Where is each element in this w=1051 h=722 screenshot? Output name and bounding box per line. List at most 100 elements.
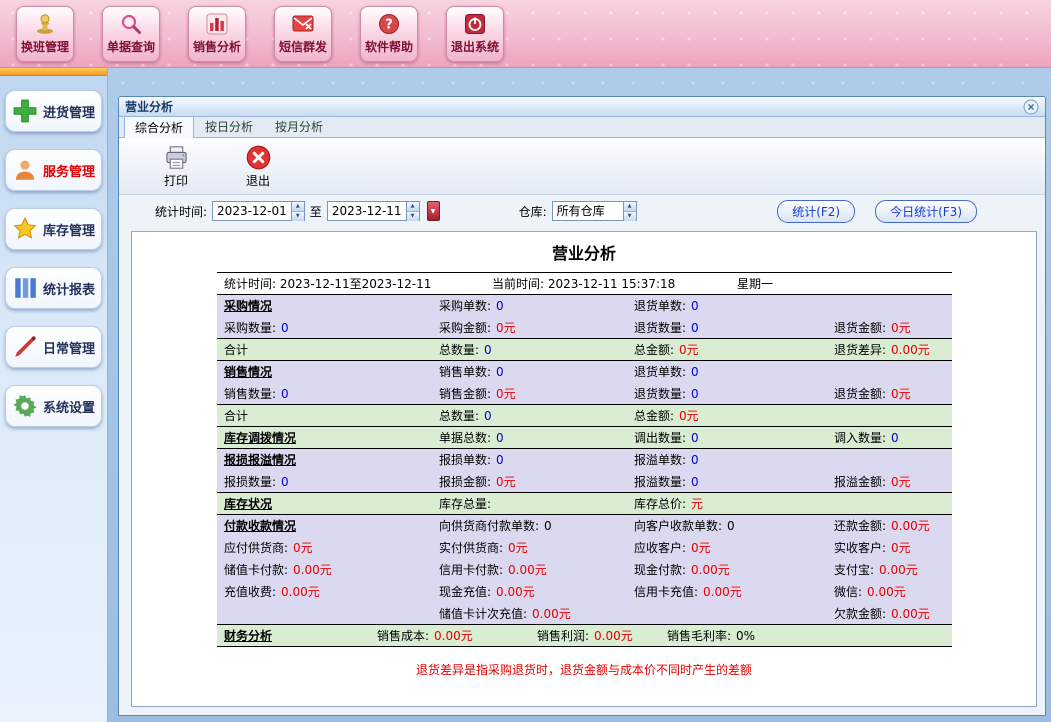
report-cell: 欠款金额:0.00元 [827, 605, 952, 622]
sidebar-item-inventory[interactable]: 库存管理 [5, 208, 102, 250]
spinner-down-icon[interactable]: ▼ [624, 212, 636, 221]
window-titlebar: 营业分析 [119, 97, 1045, 117]
tab-2[interactable]: 按月分析 [264, 115, 334, 137]
stamp-icon [33, 12, 57, 36]
report-cell: 库存总价:元 [627, 495, 827, 512]
warehouse-label: 仓库: [519, 203, 547, 220]
date-from-input[interactable]: 2023-12-01 ▲▼ [212, 201, 305, 221]
sidebar-accent-bar [0, 68, 107, 76]
report-row: 采购情况采购单数:0退货单数:0 [217, 294, 952, 316]
person-icon [12, 157, 38, 183]
report-cell: 总数量:0 [432, 341, 627, 358]
report-cell: 销售数量:0 [217, 385, 432, 402]
to-label: 至 [310, 203, 322, 220]
toolbar-button-label: 单据查询 [107, 38, 155, 55]
close-button[interactable] [1023, 99, 1039, 115]
plus-icon [12, 98, 38, 124]
report-row: 充值收费:0.00元现金充值:0.00元信用卡充值:0.00元微信:0.00元 [217, 580, 952, 602]
report-cell: 应付供货商:0元 [217, 539, 432, 556]
time-filter-label: 统计时间: [155, 203, 207, 220]
spinner-down-icon[interactable]: ▼ [407, 212, 419, 221]
brush-icon [12, 334, 38, 360]
print-button[interactable]: 打印 [147, 144, 205, 189]
tab-0[interactable]: 综合分析 [124, 116, 194, 138]
exit-system-button[interactable]: 退出系统 [446, 6, 504, 62]
report-cell: 合计 [217, 341, 432, 358]
report-cell: 调入数量:0 [827, 429, 952, 446]
report-cell: 销售利润:0.00元 [530, 627, 660, 644]
report-cell: 采购单数:0 [432, 297, 627, 314]
stat-buttons: 统计(F2) 今日统计(F3) [777, 200, 977, 223]
stat-f2-button[interactable]: 统计(F2) [777, 200, 855, 223]
report-cell: 当前时间: 2023-12-11 15:37:18 [485, 275, 730, 292]
toolbar-button-label: 换班管理 [21, 38, 69, 55]
date-to-spinner[interactable]: ▲▼ [406, 202, 419, 220]
tab-1[interactable]: 按日分析 [194, 115, 264, 137]
spinner-down-icon[interactable]: ▼ [292, 212, 304, 221]
sidebar-item-daily[interactable]: 日常管理 [5, 326, 102, 368]
report-cell: 退货单数:0 [627, 297, 827, 314]
gear-icon [12, 393, 38, 419]
report-row: 库存状况库存总量:库存总价:元 [217, 492, 952, 514]
report-cell: 销售毛利率:0% [660, 627, 952, 644]
report-cell: 财务分析 [217, 627, 370, 644]
report-cell: 星期一 [730, 275, 952, 292]
report-cell: 采购金额:0元 [432, 319, 627, 336]
tab-bar: 综合分析按日分析按月分析 [119, 117, 1045, 138]
date-dropdown-button[interactable]: ▼ [427, 201, 440, 221]
exit-button[interactable]: 退出 [229, 144, 287, 189]
exit-circle-icon [245, 144, 272, 171]
report-cell: 储值卡付款:0.00元 [217, 561, 432, 578]
star-icon [12, 216, 38, 242]
report-footnote: 退货差异是指采购退货时，退货金额与成本价不同时产生的差额 [132, 661, 1036, 678]
report-cell: 退货数量:0 [627, 385, 827, 402]
report-row: 合计总数量:0总金额:0元退货差异:0.00元 [217, 338, 952, 360]
sidebar-item-label: 库存管理 [43, 220, 95, 239]
report-cell: 支付宝:0.00元 [827, 561, 952, 578]
report-cell: 实收客户:0元 [827, 539, 952, 556]
content-area: 进货管理服务管理库存管理统计报表日常管理系统设置 营业分析 综合分析按日分析按月… [0, 68, 1051, 722]
spinner-up-icon[interactable]: ▲ [407, 202, 419, 212]
toolbar-button-label: 销售分析 [193, 38, 241, 55]
sidebar-item-label: 统计报表 [43, 279, 95, 298]
sidebar-item-label: 服务管理 [43, 161, 95, 180]
search-icon [119, 12, 143, 36]
sidebar-item-reports[interactable]: 统计报表 [5, 267, 102, 309]
sidebar-item-settings[interactable]: 系统设置 [5, 385, 102, 427]
report-cell: 报溢金额:0元 [827, 473, 952, 490]
report-row: 采购数量:0采购金额:0元退货数量:0退货金额:0元 [217, 316, 952, 338]
warehouse-spinner[interactable]: ▲▼ [623, 202, 636, 220]
report-row: 储值卡付款:0.00元信用卡付款:0.00元现金付款:0.00元支付宝:0.00… [217, 558, 952, 580]
date-from-spinner[interactable]: ▲▼ [291, 202, 304, 220]
report-row: 合计总数量:0总金额:0元 [217, 404, 952, 426]
software-help-button[interactable]: ? 软件帮助 [360, 6, 418, 62]
report-row: 销售情况销售单数:0退货单数:0 [217, 360, 952, 382]
shift-manage-button[interactable]: 换班管理 [16, 6, 74, 62]
report-cell: 总金额:0元 [627, 407, 827, 424]
help-icon: ? [377, 12, 401, 36]
warehouse-select[interactable]: 所有仓库 ▲▼ [552, 201, 637, 221]
report-cell: 退货数量:0 [627, 319, 827, 336]
sidebar-item-purchase[interactable]: 进货管理 [5, 90, 102, 132]
power-icon [463, 12, 487, 36]
sales-analysis-button[interactable]: 销售分析 [188, 6, 246, 62]
report-row: 财务分析销售成本:0.00元销售利润:0.00元销售毛利率:0% [217, 624, 952, 646]
window-title: 营业分析 [125, 98, 173, 115]
report-cell: 总数量:0 [432, 407, 627, 424]
report-cell: 库存状况 [217, 495, 432, 512]
report-table: 统计时间: 2023-12-11至2023-12-11当前时间: 2023-12… [217, 272, 952, 647]
date-to-input[interactable]: 2023-12-11 ▲▼ [327, 201, 420, 221]
envelope-icon [291, 12, 315, 36]
spinner-up-icon[interactable]: ▲ [624, 202, 636, 212]
toolbar-button-label: 软件帮助 [365, 38, 413, 55]
report-row: 统计时间: 2023-12-11至2023-12-11当前时间: 2023-12… [217, 272, 952, 294]
filter-row: 统计时间: 2023-12-01 ▲▼ 至 2023-12-11 ▲▼ ▼ 仓库… [119, 195, 1045, 227]
spinner-up-icon[interactable]: ▲ [292, 202, 304, 212]
chevron-down-icon: ▼ [431, 208, 436, 215]
sidebar-item-label: 系统设置 [43, 397, 95, 416]
sidebar-item-service[interactable]: 服务管理 [5, 149, 102, 191]
report-cell: 销售单数:0 [432, 363, 627, 380]
sms-broadcast-button[interactable]: 短信群发 [274, 6, 332, 62]
doc-query-button[interactable]: 单据查询 [102, 6, 160, 62]
today-stat-f3-button[interactable]: 今日统计(F3) [875, 200, 977, 223]
